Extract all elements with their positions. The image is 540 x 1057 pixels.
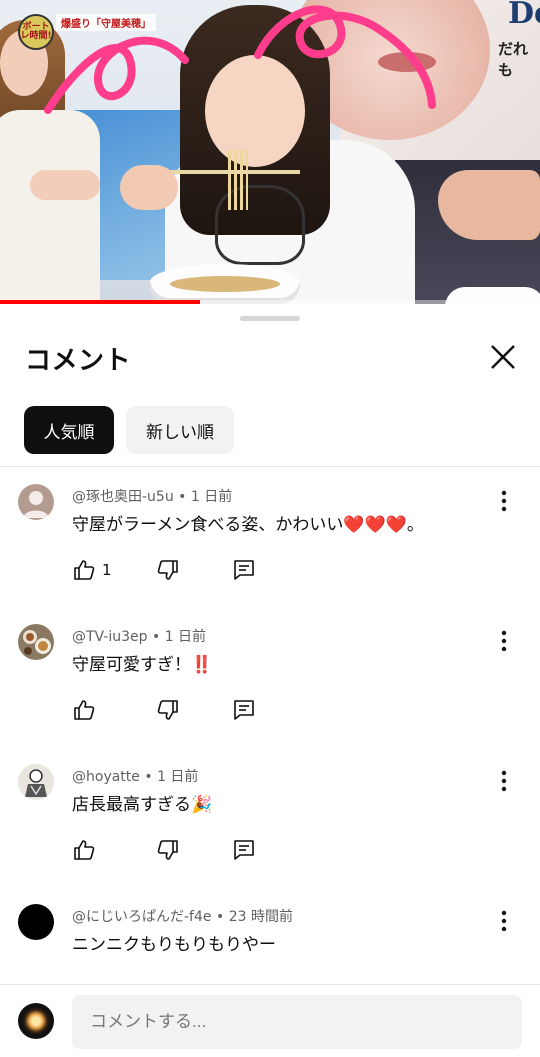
comment-emoji: ‼️ — [191, 655, 213, 675]
more-options-icon[interactable] — [494, 628, 514, 654]
more-options-icon[interactable] — [494, 488, 514, 514]
video-player[interactable]: De だれも ボートレ時間! 爆盛り「守屋美穂」 — [0, 0, 540, 304]
reply-icon[interactable] — [232, 838, 256, 862]
comments-sheet: コメント 人気順 新しい順 @琢也奥田-u5u • 1 日前 守屋がラーメン食べ… — [0, 304, 540, 1057]
comment-body: 店長最高すぎる — [72, 795, 191, 815]
comment-text: 守屋がラーメン食べる姿、かわいい❤️❤️❤️。 — [72, 510, 424, 535]
comment-emoji: 🎉 — [191, 795, 213, 815]
comment-meta: @にじいろぱんだ-f4e • 23 時間前 — [72, 909, 293, 925]
avatar[interactable] — [18, 904, 54, 940]
sheet-title: コメント — [25, 346, 132, 376]
comment-author[interactable]: @にじいろぱんだ-f4e — [72, 909, 212, 925]
reply-icon[interactable] — [232, 558, 256, 582]
avatar[interactable] — [18, 484, 54, 520]
comment-item: @hoyatte • 1 日前 店長最高すぎる🎉 — [0, 764, 540, 904]
comment-time: 23 時間前 — [228, 909, 293, 925]
sort-newest-chip[interactable]: 新しい順 — [126, 406, 234, 454]
comment-author[interactable]: @hoyatte — [72, 769, 140, 785]
show-logo: ボートレ時間! — [18, 14, 54, 50]
comment-emoji: ❤️❤️❤️ — [343, 515, 407, 535]
illustration-icon — [18, 764, 54, 800]
comment-trail: 。 — [406, 515, 424, 535]
comment-author[interactable]: @琢也奥田-u5u — [72, 489, 174, 505]
my-avatar[interactable] — [18, 1003, 54, 1039]
comment-text: 守屋可愛すぎ！‼️ — [72, 650, 212, 675]
thumbs-down-icon[interactable] — [156, 698, 180, 722]
sort-popular-chip[interactable]: 人気順 — [24, 406, 114, 454]
thumbs-down-icon[interactable] — [156, 558, 180, 582]
comment-item: @琢也奥田-u5u • 1 日前 守屋がラーメン食べる姿、かわいい❤️❤️❤️。… — [0, 484, 540, 624]
pink-loop-annotations — [44, 5, 436, 114]
thumbs-up-icon[interactable] — [72, 558, 96, 582]
comment-meta: @hoyatte • 1 日前 — [72, 769, 199, 785]
thumbs-down-icon[interactable] — [156, 838, 180, 862]
avatar[interactable] — [18, 624, 54, 660]
avatar[interactable] — [18, 764, 54, 800]
more-options-icon[interactable] — [494, 908, 514, 934]
comment-body: 守屋がラーメン食べる姿、かわいい — [72, 515, 344, 535]
person-silhouette-icon — [18, 484, 54, 520]
comment-input[interactable] — [72, 995, 522, 1049]
comment-meta: @TV-iu3ep • 1 日前 — [72, 629, 207, 645]
comment-body: ニンニクもりもりもりやー — [72, 935, 276, 955]
thumbs-up-icon[interactable] — [72, 698, 96, 722]
comment-time: 1 日前 — [190, 489, 233, 505]
comment-meta: @琢也奥田-u5u • 1 日前 — [72, 489, 233, 505]
drag-handle[interactable] — [240, 316, 300, 321]
show-banner: 爆盛り「守屋美穂」 — [56, 14, 156, 31]
comment-text: 店長最高すぎる🎉 — [72, 790, 212, 815]
close-icon[interactable] — [486, 340, 520, 374]
reply-icon[interactable] — [232, 698, 256, 722]
comment-text: ニンニクもりもりもりやー — [72, 930, 276, 955]
food-photo-icon — [18, 624, 54, 660]
like-count: 1 — [102, 561, 112, 579]
thumbs-up-icon[interactable] — [72, 838, 96, 862]
comment-body: 守屋可愛すぎ！ — [72, 655, 191, 675]
comment-item: @TV-iu3ep • 1 日前 守屋可愛すぎ！‼️ — [0, 624, 540, 764]
divider — [0, 466, 540, 467]
comment-time: 1 日前 — [164, 629, 207, 645]
comment-composer — [0, 984, 540, 1057]
comment-author[interactable]: @TV-iu3ep — [72, 629, 148, 645]
more-options-icon[interactable] — [494, 768, 514, 794]
comment-time: 1 日前 — [157, 769, 199, 785]
black-circle-icon — [18, 904, 54, 940]
